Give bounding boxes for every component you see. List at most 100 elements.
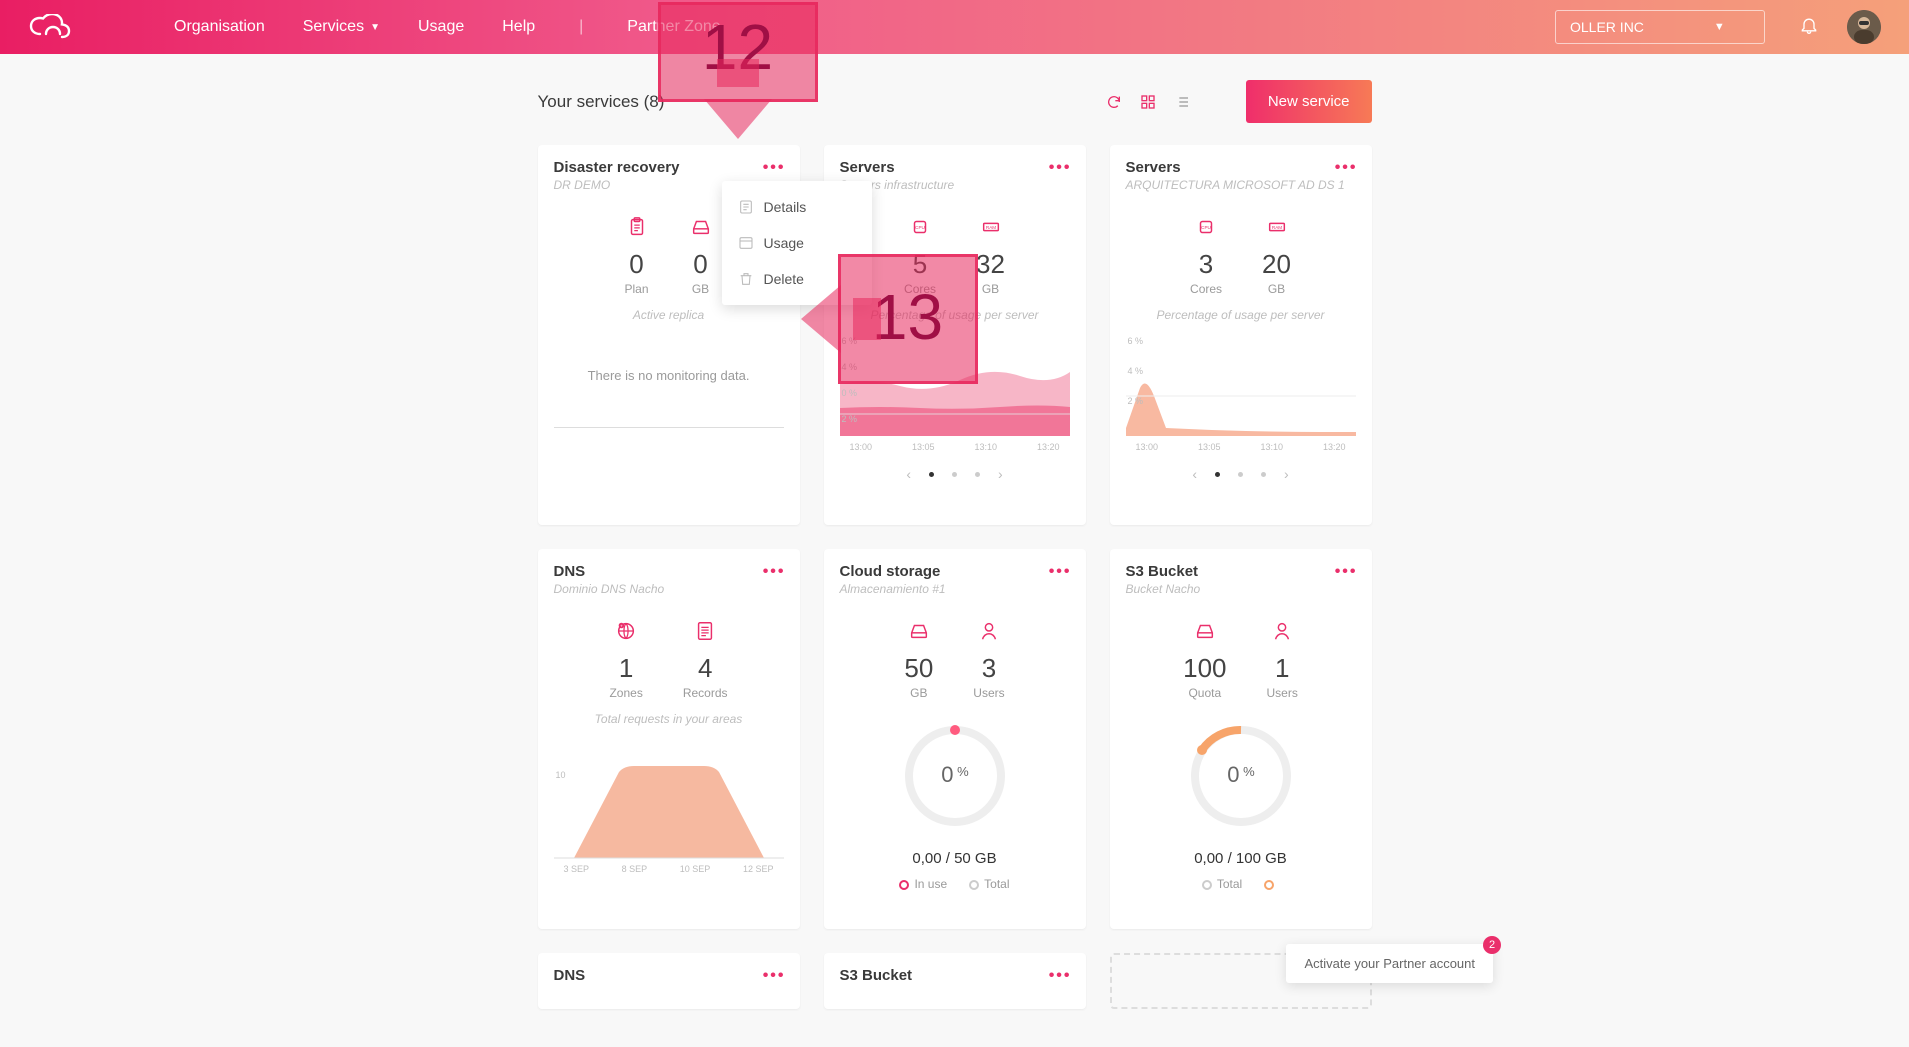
card-midtext: Active replica — [554, 308, 784, 322]
service-card-dns: DNS Dominio DNS Nacho ••• + 1 Zones 4 Re… — [538, 549, 800, 929]
user-avatar[interactable] — [1847, 10, 1881, 44]
card-menu-button[interactable]: ••• — [1049, 967, 1072, 985]
stat-ram: RAM 20 GB — [1262, 216, 1291, 296]
no-data-text: There is no monitoring data. — [554, 368, 784, 383]
disk-icon — [689, 216, 713, 243]
user-icon — [977, 620, 1001, 647]
chevron-down-icon: ▼ — [1714, 21, 1725, 33]
list-view-icon[interactable] — [1172, 92, 1192, 112]
card-title: Cloud storage — [840, 563, 1070, 580]
top-bar: Organisation Services ▼ Usage Help | Par… — [0, 0, 1909, 54]
organisation-select[interactable]: OLLER INC ▼ — [1555, 10, 1765, 44]
divider — [554, 427, 784, 428]
svg-text:0 %: 0 % — [941, 762, 969, 787]
card-menu-button[interactable]: ••• — [763, 159, 786, 177]
refresh-icon[interactable] — [1104, 92, 1124, 112]
usage-gauge: 0 % — [840, 716, 1070, 836]
cpu-icon: CPU — [1194, 216, 1218, 243]
stat-users: 1 Users — [1267, 620, 1298, 700]
partner-activation-toast[interactable]: Activate your Partner account 2 — [1286, 944, 1493, 983]
disk-icon — [1193, 620, 1217, 647]
card-midtext: Total requests in your areas — [554, 712, 784, 726]
top-nav: Organisation Services ▼ Usage Help | Par… — [174, 18, 721, 36]
list-icon — [693, 620, 717, 647]
nav-usage[interactable]: Usage — [418, 18, 464, 36]
stat-ram: RAM 32 GB — [976, 216, 1005, 296]
card-subtitle: Bucket Nacho — [1126, 582, 1356, 596]
card-menu-button[interactable]: ••• — [1335, 159, 1358, 177]
card-menu-button[interactable]: ••• — [1049, 159, 1072, 177]
legend-inuse: In use — [899, 877, 947, 891]
user-icon — [1270, 620, 1294, 647]
ram-icon: RAM — [1265, 216, 1289, 243]
stat-plan: 0 Plan — [624, 216, 648, 296]
service-card-cloud-storage: Cloud storage Almacenamiento #1 ••• 50 G… — [824, 549, 1086, 929]
toast-badge: 2 — [1483, 936, 1501, 954]
card-menu-button[interactable]: ••• — [763, 563, 786, 581]
pager-prev[interactable]: ‹ — [1192, 466, 1197, 482]
pager-next[interactable]: › — [998, 466, 1003, 482]
card-subtitle: ARQUITECTURA MICROSOFT AD DS 1 — [1126, 178, 1356, 192]
card-pager: ‹ › — [1126, 466, 1356, 482]
pager-prev[interactable]: ‹ — [906, 466, 911, 482]
card-subtitle: Servers infrastructure — [840, 178, 1070, 192]
stat-gb: 50 GB — [904, 620, 933, 700]
card-menu-button[interactable]: ••• — [1335, 563, 1358, 581]
nav-separator: | — [579, 18, 583, 36]
card-menu-button[interactable]: ••• — [1049, 563, 1072, 581]
service-card-servers-2: Servers ARQUITECTURA MICROSOFT AD DS 1 •… — [1110, 145, 1372, 525]
card-menu-button[interactable]: ••• — [763, 967, 786, 985]
svg-text:CPU: CPU — [915, 225, 925, 230]
annotation-13: 13 — [838, 254, 978, 384]
card-title: Servers — [1126, 159, 1356, 176]
ram-icon: RAM — [979, 216, 1003, 243]
page-title: Your services (8) — [538, 92, 665, 112]
stat-zones: + 1 Zones — [609, 620, 642, 700]
service-card-s3-bucket: S3 Bucket Bucket Nacho ••• 100 Quota 1 U… — [1110, 549, 1372, 929]
pager-dot[interactable] — [975, 472, 980, 477]
gauge-legend: In use Total — [840, 877, 1070, 891]
svg-text:CPU: CPU — [1201, 225, 1211, 230]
gauge-label: 0,00 / 100 GB — [1126, 850, 1356, 867]
pager-dot[interactable] — [1238, 472, 1243, 477]
service-card-dns-2: DNS ••• — [538, 953, 800, 1009]
new-service-button[interactable]: New service — [1246, 80, 1372, 123]
card-title: DNS — [554, 563, 784, 580]
popover-details[interactable]: Details — [722, 189, 872, 225]
stat-users: 3 Users — [973, 620, 1004, 700]
globe-icon: + — [614, 620, 638, 647]
annotation-12: 12 — [658, 2, 818, 102]
gauge-legend: Total — [1126, 877, 1356, 891]
card-subtitle: Dominio DNS Nacho — [554, 582, 784, 596]
pager-dot[interactable] — [929, 472, 934, 477]
service-card-disaster-recovery: Disaster recovery DR DEMO ••• Details Us… — [538, 145, 800, 525]
chart-x-axis: 3 SEP8 SEP10 SEP12 SEP — [564, 864, 774, 874]
requests-chart: 10 3 SEP8 SEP10 SEP12 SEP — [554, 740, 784, 860]
svg-text:RAM: RAM — [985, 225, 995, 230]
card-title: DNS — [554, 967, 784, 984]
stat-gb: 0 GB — [689, 216, 713, 296]
card-title: Servers — [840, 159, 1070, 176]
legend-total: Total — [1202, 877, 1242, 891]
pager-dot[interactable] — [1261, 472, 1266, 477]
clipboard-icon — [625, 216, 649, 243]
pager-dot[interactable] — [952, 472, 957, 477]
chart-x-axis: 13:0013:0513:1013:20 — [850, 442, 1060, 452]
svg-text:+: + — [620, 623, 623, 628]
nav-services[interactable]: Services ▼ — [303, 18, 380, 36]
disk-icon — [907, 620, 931, 647]
chart-x-axis: 13:0013:0513:1013:20 — [1136, 442, 1346, 452]
chevron-down-icon: ▼ — [370, 22, 380, 33]
pager-dot[interactable] — [1215, 472, 1220, 477]
card-title: S3 Bucket — [1126, 563, 1356, 580]
organisation-select-label: OLLER INC — [1570, 19, 1644, 35]
cpu-icon: CPU — [908, 216, 932, 243]
pager-next[interactable]: › — [1284, 466, 1289, 482]
grid-view-icon[interactable] — [1138, 92, 1158, 112]
nav-organisation[interactable]: Organisation — [174, 18, 265, 36]
card-subtitle: Almacenamiento #1 — [840, 582, 1070, 596]
notifications-icon[interactable] — [1799, 15, 1819, 40]
card-midtext: Percentage of usage per server — [1126, 308, 1356, 322]
nav-help[interactable]: Help — [502, 18, 535, 36]
card-title: Disaster recovery — [554, 159, 784, 176]
